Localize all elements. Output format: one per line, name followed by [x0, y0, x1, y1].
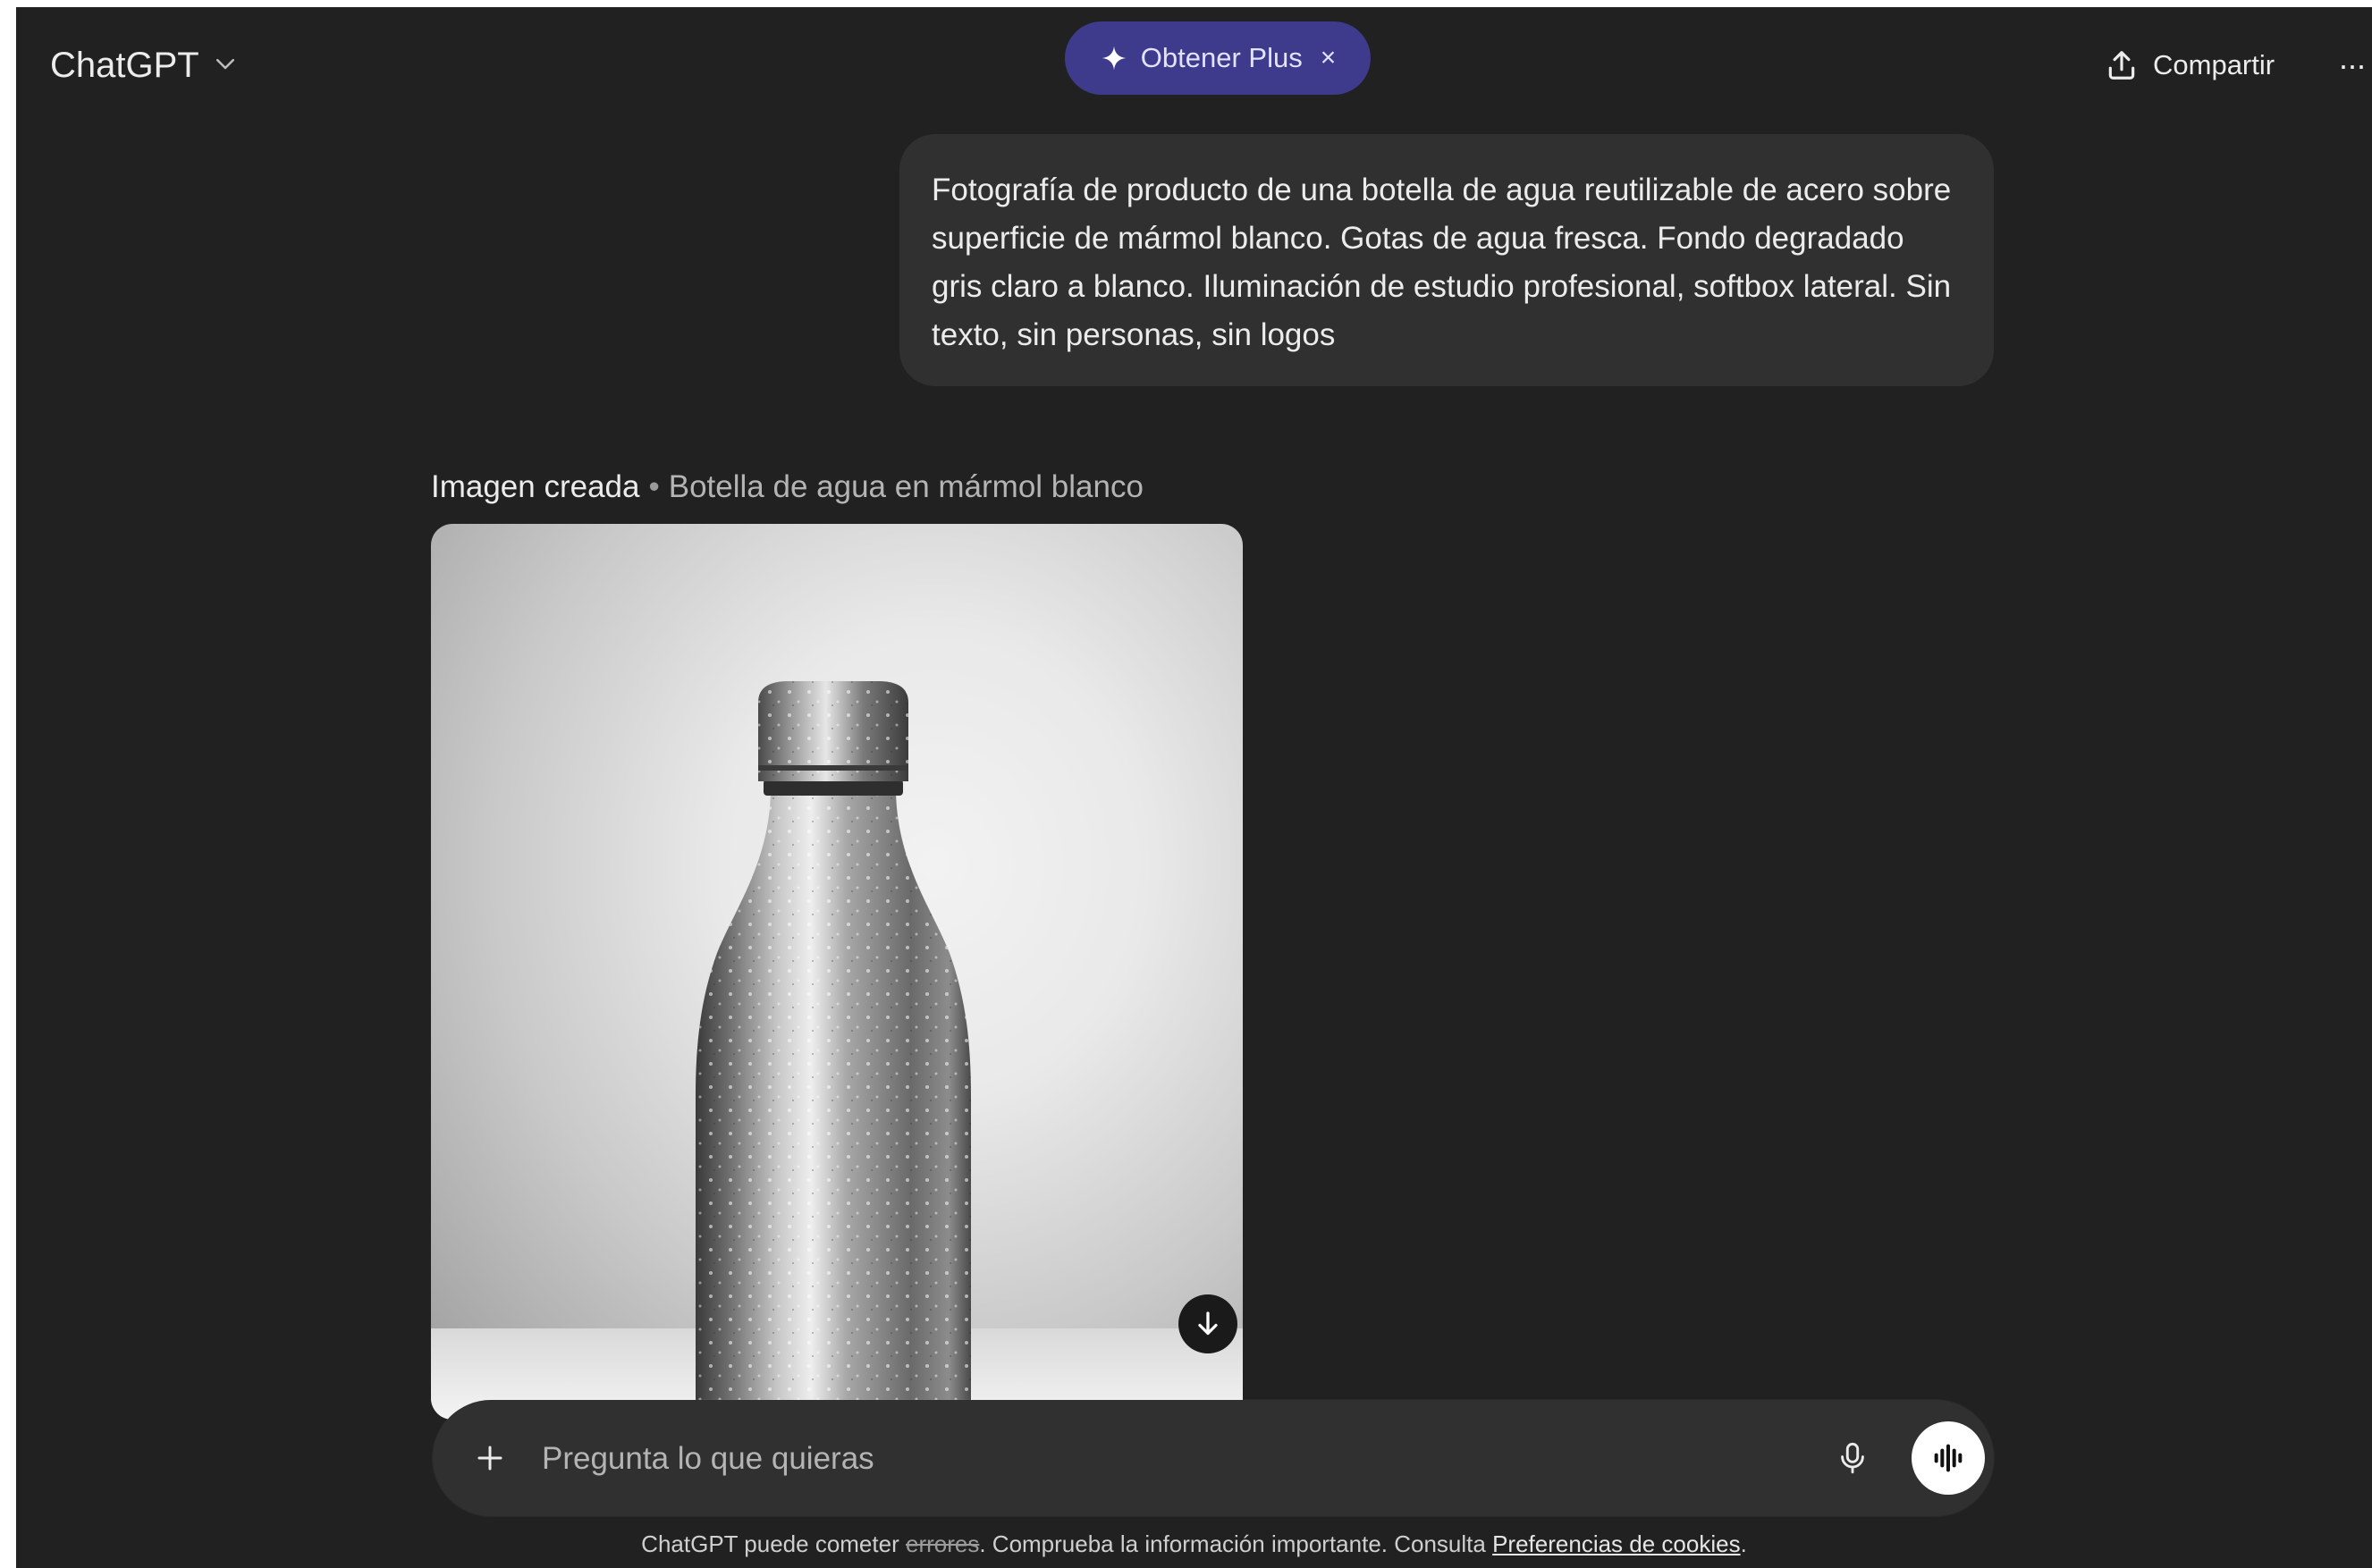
get-plus-button[interactable]: Obtener Plus × — [1065, 21, 1371, 95]
arrow-down-icon — [1192, 1308, 1224, 1340]
image-caption: Imagen creada • Botella de agua en mármo… — [431, 465, 1144, 510]
water-bottle-photo — [431, 681, 1243, 1420]
microphone-icon — [1836, 1440, 1869, 1476]
disclaimer-prefix: ChatGPT puede cometer — [641, 1530, 899, 1557]
plus-icon — [474, 1442, 506, 1474]
image-created-label: Imagen creada — [431, 469, 640, 504]
footer-disclaimer: ChatGPT puede cometer errores. Comprueba… — [16, 1530, 2372, 1558]
disclaimer-struck-word: errores — [905, 1530, 980, 1557]
model-selector[interactable]: ChatGPT — [50, 34, 239, 97]
message-composer — [433, 1400, 1994, 1516]
generated-image[interactable] — [431, 524, 1243, 1420]
share-button[interactable]: Compartir — [2105, 38, 2275, 93]
get-plus-label: Obtener Plus — [1140, 42, 1303, 73]
close-icon[interactable]: × — [1321, 43, 1337, 73]
more-options-icon[interactable]: ··· — [2334, 38, 2369, 93]
prompt-input[interactable] — [540, 1427, 1706, 1491]
caption-separator: • — [648, 469, 660, 504]
user-message-bubble: Fotografía de producto de una botella de… — [899, 134, 1994, 386]
voice-mode-button[interactable] — [1912, 1421, 1985, 1495]
disclaimer-middle: . Comprueba la información importante. C… — [979, 1530, 1486, 1557]
chevron-down-icon — [212, 46, 239, 86]
user-message-text: Fotografía de producto de una botella de… — [932, 173, 1952, 352]
share-label: Compartir — [2153, 49, 2275, 80]
model-name: ChatGPT — [50, 45, 199, 85]
disclaimer-suffix: . — [1740, 1530, 1747, 1557]
share-upload-icon — [2105, 48, 2139, 82]
chat-window: ChatGPT Obtener Plus × Compartir ··· Fot… — [16, 7, 2372, 1568]
add-attachment-button[interactable] — [463, 1431, 517, 1485]
download-button[interactable] — [1178, 1294, 1237, 1353]
sparkle-icon — [1100, 44, 1128, 72]
voice-waveform-icon — [1930, 1440, 1966, 1476]
cookie-preferences-link[interactable]: Preferencias de cookies — [1492, 1530, 1740, 1557]
dictate-button[interactable] — [1826, 1431, 1879, 1485]
image-title: Botella de agua en mármol blanco — [668, 469, 1144, 504]
